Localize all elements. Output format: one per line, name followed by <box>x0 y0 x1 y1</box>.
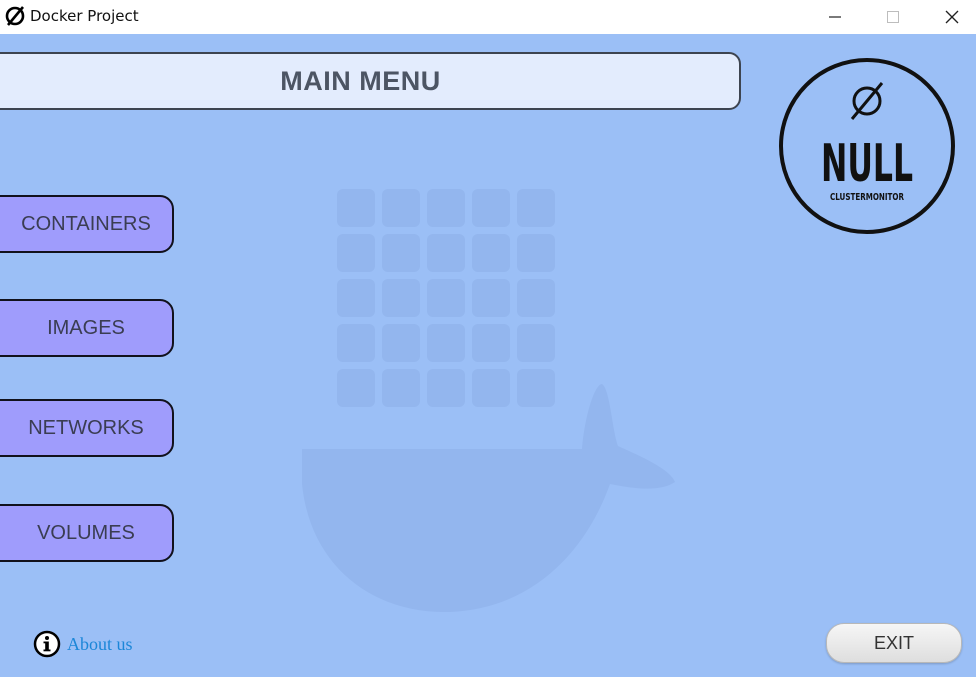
minimize-icon <box>829 16 841 18</box>
main-window-content: MAIN MENU CONTAINERS IMAGES NETWORKS VOL… <box>0 34 976 677</box>
logo-word: NULL <box>821 134 913 194</box>
close-button[interactable] <box>929 0 975 34</box>
minimize-button[interactable] <box>812 0 858 34</box>
about-us-link[interactable]: About us <box>33 630 133 658</box>
close-icon <box>945 10 959 24</box>
images-button[interactable]: IMAGES <box>0 299 174 357</box>
containers-button[interactable]: CONTAINERS <box>0 195 174 253</box>
info-icon <box>33 630 61 658</box>
docker-whale-watermark-icon <box>302 189 675 613</box>
images-button-label: IMAGES <box>47 316 125 339</box>
main-menu-header: MAIN MENU <box>0 52 741 110</box>
window-titlebar: Docker Project <box>0 0 976 34</box>
app-null-icon <box>5 6 25 26</box>
containers-button-label: CONTAINERS <box>21 212 151 235</box>
maximize-button[interactable] <box>870 0 916 34</box>
exit-button[interactable]: EXIT <box>826 623 962 663</box>
about-us-label[interactable]: About us <box>67 634 133 655</box>
volumes-button-label: VOLUMES <box>37 521 135 544</box>
networks-button-label: NETWORKS <box>28 416 144 439</box>
exit-button-label: EXIT <box>873 632 914 653</box>
maximize-icon <box>887 11 899 23</box>
logo-subtitle: CLUSTERMONITOR <box>830 192 904 203</box>
main-menu-title: MAIN MENU <box>280 65 441 96</box>
window-title: Docker Project <box>30 7 139 25</box>
volumes-button[interactable]: VOLUMES <box>0 504 174 562</box>
null-clustermonitor-logo: NULL CLUSTERMONITOR <box>779 58 955 234</box>
networks-button[interactable]: NETWORKS <box>0 399 174 457</box>
